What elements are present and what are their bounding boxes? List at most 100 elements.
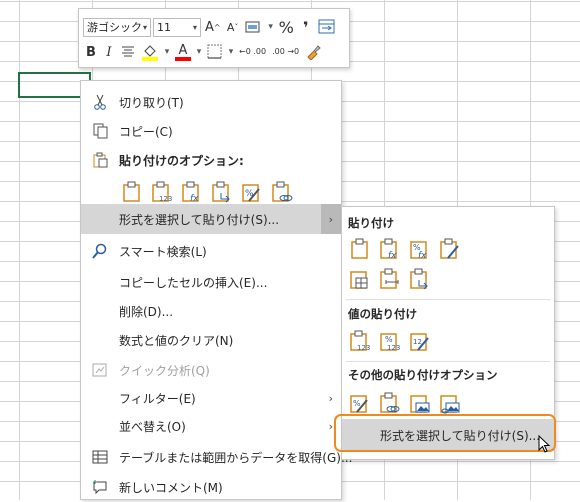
paste-transpose-icon[interactable] — [408, 267, 432, 291]
chevron-down-icon: ▾ — [192, 22, 197, 32]
fill-color-button[interactable] — [139, 42, 161, 62]
paste-icon[interactable] — [119, 179, 144, 204]
increase-decimal-icon: ←0 .00 — [239, 47, 267, 56]
quick-analysis-icon — [91, 361, 109, 379]
chevron-down-icon[interactable]: ▾ — [163, 42, 171, 62]
menu-item-copy[interactable]: コピー(C) — [81, 116, 341, 146]
percent-style-button[interactable]: % — [277, 17, 296, 37]
grow-font-icon: A — [205, 19, 214, 35]
menu-item-label: フィルター(E) — [119, 391, 196, 406]
menu-item-sort[interactable]: 並べ替え(O) › — [81, 411, 341, 441]
paste-keep-source-formatting-icon[interactable] — [438, 237, 462, 261]
shrink-font-icon: A — [226, 20, 235, 34]
increase-decimal-button[interactable]: ←0 .00 — [237, 42, 268, 62]
paste-formatting-icon[interactable]: % — [348, 391, 372, 415]
copy-icon — [91, 122, 109, 140]
number-format-button[interactable] — [243, 17, 265, 37]
font-color-letter: A — [178, 43, 188, 58]
divider — [346, 299, 550, 300]
font-name-combo[interactable]: 游ゴシック ▾ — [83, 17, 151, 37]
italic-button[interactable]: I — [101, 42, 117, 62]
comma-style-button[interactable]: ❜ — [298, 17, 314, 37]
paste-formulas-icon[interactable]: fx — [179, 179, 204, 204]
paste-no-borders-icon[interactable] — [348, 267, 372, 291]
font-size-value: 11 — [157, 20, 171, 34]
table-icon — [91, 448, 109, 466]
chevron-down-icon[interactable]: ▾ — [267, 17, 275, 37]
menu-item-label: 削除(D)... — [119, 304, 174, 319]
new-comment-icon — [91, 478, 109, 496]
menu-item-paste-special[interactable]: 形式を選択して貼り付け(S)... › — [81, 204, 341, 234]
paste-icon[interactable] — [348, 237, 372, 261]
menu-item-quick-analysis: クイック分析(Q) — [81, 355, 341, 385]
values-icons-row: 123 % 123 12 — [348, 329, 432, 353]
fill-bucket-icon — [142, 45, 158, 61]
borders-button[interactable] — [205, 42, 225, 62]
smart-lookup-icon — [91, 242, 109, 260]
paste-values-icon[interactable]: 123 — [348, 329, 372, 353]
menu-item-label: コピー(C) — [119, 124, 173, 139]
font-color-button[interactable]: A — [173, 42, 193, 62]
svg-text:%: % — [353, 399, 361, 408]
menu-item-label: 並べ替え(O) — [119, 419, 186, 434]
section-paste-header: 貼り付け — [348, 216, 394, 230]
svg-text:fx: fx — [388, 251, 397, 260]
format-painter-button[interactable] — [303, 42, 323, 62]
menu-item-insert-copied-cells[interactable]: コピーしたセルの挿入(E)... — [81, 267, 341, 297]
menu-item-label: テーブルまたは範囲からデータを取得(G)... — [119, 450, 353, 465]
paste-keep-column-widths-icon[interactable] — [378, 267, 402, 291]
font-size-combo[interactable]: 11 ▾ — [153, 17, 201, 37]
svg-text:fx: fx — [418, 251, 427, 260]
paintbrush-icon — [307, 45, 321, 60]
paste-options-bar: 123 fx % — [119, 179, 294, 204]
paste-formatting-icon[interactable]: % — [239, 179, 264, 204]
font-name-value: 游ゴシック — [87, 21, 142, 34]
paste-formulas-icon[interactable]: fx — [378, 237, 402, 261]
paste-linked-picture-icon[interactable] — [438, 391, 462, 415]
other-icons-row: % — [348, 391, 462, 415]
bold-button[interactable]: B — [83, 42, 99, 62]
menu-item-get-data-from-table[interactable]: テーブルまたは範囲からデータを取得(G)... — [81, 442, 352, 472]
paste-icons-row-1: fx % fx — [348, 237, 462, 261]
menu-item-smart-lookup[interactable]: スマート検索(L) — [81, 236, 341, 266]
decrease-decimal-button[interactable]: .00 →0 — [270, 42, 301, 62]
mouse-cursor-icon — [538, 435, 551, 453]
paste-values-source-formatting-icon[interactable]: 12 — [408, 329, 432, 353]
divider — [346, 361, 550, 362]
paste-transpose-icon[interactable] — [209, 179, 234, 204]
borders-icon — [207, 44, 222, 59]
decrease-font-size-button[interactable]: Aˇ — [225, 17, 241, 37]
mini-toolbar: 游ゴシック ▾ 11 ▾ A ^ Aˇ ▾ % ❜ B I ▾ A ▾ ▾ ←0… — [78, 8, 350, 68]
paste-link-icon[interactable] — [378, 391, 402, 415]
paste-formulas-number-format-icon[interactable]: % fx — [408, 237, 432, 261]
chevron-down-icon[interactable]: ▾ — [227, 42, 235, 62]
chevron-down-icon[interactable]: ▾ — [195, 42, 203, 62]
context-menu: 切り取り(T) コピー(C) 貼り付けのオプション: 123 fx % 形式を選… — [80, 80, 352, 502]
menu-item-label: スマート検索(L) — [119, 244, 207, 259]
paste-values-number-format-icon[interactable]: % 123 — [378, 329, 402, 353]
format-painter-table-button[interactable] — [316, 17, 338, 37]
chevron-right-icon: › — [328, 212, 333, 226]
highlight-outline — [334, 414, 556, 452]
menu-item-filter[interactable]: フィルター(E) › — [81, 383, 341, 413]
menu-item-new-comment[interactable]: 新しいコメント(M) — [81, 472, 341, 502]
menu-item-cut[interactable]: 切り取り(T) — [81, 87, 341, 117]
svg-text:fx: fx — [190, 194, 199, 203]
svg-text:12: 12 — [413, 338, 422, 346]
svg-text:123: 123 — [387, 344, 400, 352]
menu-item-label: 新しいコメント(M) — [119, 480, 223, 495]
chevron-right-icon: › — [328, 391, 333, 405]
paste-values-icon[interactable]: 123 — [149, 179, 174, 204]
number-format-icon — [245, 21, 260, 33]
section-other-header: その他の貼り付けオプション — [348, 368, 498, 382]
paste-link-icon[interactable] — [269, 179, 294, 204]
align-center-button[interactable] — [119, 42, 137, 62]
paste-picture-icon[interactable] — [408, 391, 432, 415]
increase-font-size-button[interactable]: A ^ — [203, 17, 223, 37]
clipboard-icon — [91, 151, 109, 169]
font-color-icon: A — [175, 43, 191, 61]
menu-item-clear-contents[interactable]: 数式と値のクリア(N) — [81, 325, 341, 355]
menu-item-delete[interactable]: 削除(D)... — [81, 296, 341, 326]
svg-text:123: 123 — [159, 195, 172, 203]
paste-icons-row-2 — [348, 267, 432, 291]
